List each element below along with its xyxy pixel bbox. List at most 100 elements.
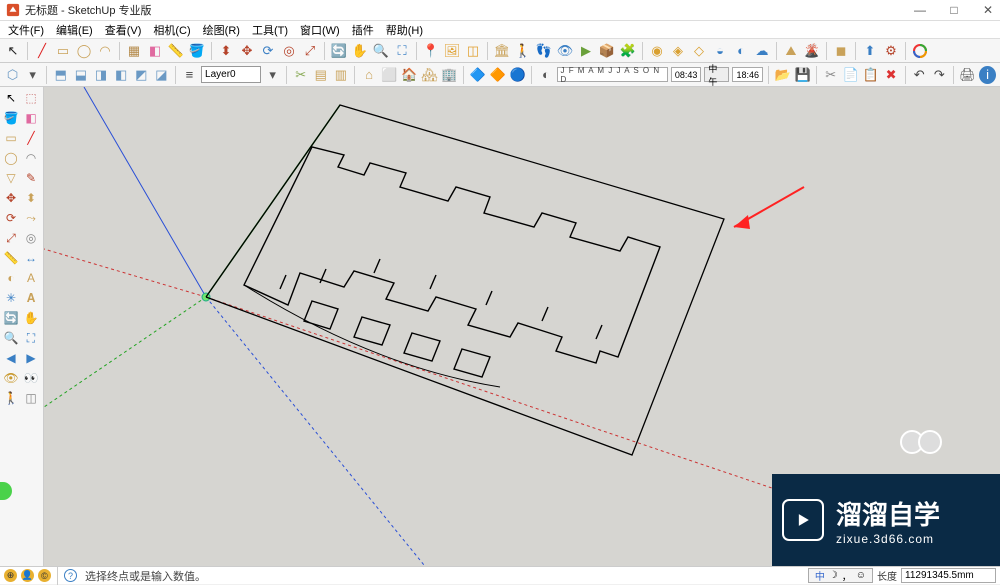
style2-icon[interactable]: ◈ <box>669 42 687 60</box>
nextview-tool-icon[interactable]: ▶ <box>22 349 40 367</box>
sandbox1-icon[interactable]: ⛰ <box>782 42 800 60</box>
minimize-button[interactable]: — <box>914 3 926 17</box>
nav-next-icon[interactable]: ▶ <box>577 42 595 60</box>
paste-icon[interactable]: 📋 <box>862 66 879 84</box>
pan-icon[interactable]: ✋ <box>351 42 369 60</box>
zoom-extents-icon[interactable]: ⛶ <box>393 42 411 60</box>
layer-icon[interactable]: ◒ <box>711 42 729 60</box>
circle-icon[interactable]: ◯ <box>75 42 93 60</box>
settings-icon[interactable]: ⚙ <box>882 42 900 60</box>
shadow-time[interactable]: 18:46 <box>732 67 763 82</box>
menu-window[interactable]: 窗口(W) <box>296 22 344 38</box>
scale-tool-icon[interactable]: ⤢ <box>2 229 20 247</box>
status-credit-icon[interactable]: © <box>38 569 51 582</box>
make-component-icon[interactable]: ▦ <box>125 42 143 60</box>
offset-icon[interactable]: ◎ <box>280 42 298 60</box>
view-top-icon[interactable]: ⬒ <box>52 66 69 84</box>
3dtext-tool-icon[interactable]: 𝐀 <box>22 289 40 307</box>
move-tool-icon[interactable]: ✥ <box>2 189 20 207</box>
followme-tool-icon[interactable]: ⤳ <box>22 209 40 227</box>
style-a-icon[interactable]: 🔷 <box>469 66 486 84</box>
person-icon[interactable]: 🚶 <box>514 42 532 60</box>
move-icon[interactable]: ✥ <box>238 42 256 60</box>
menu-help[interactable]: 帮助(H) <box>382 22 427 38</box>
tape-tool-icon[interactable]: 📏 <box>2 249 20 267</box>
month-strip[interactable]: J F M A M J J A S O N D <box>557 67 667 82</box>
style3-icon[interactable]: ◇ <box>690 42 708 60</box>
menu-tools[interactable]: 工具(T) <box>248 22 292 38</box>
menu-edit[interactable]: 编辑(E) <box>52 22 97 38</box>
section-plane-icon[interactable]: ✂ <box>292 66 309 84</box>
scale-icon[interactable]: ⤢ <box>301 42 319 60</box>
sandbox2-icon[interactable]: 🌋 <box>803 42 821 60</box>
close-button[interactable]: ✕ <box>982 3 994 17</box>
warehouse-icon[interactable]: 🏛 <box>493 42 511 60</box>
prevview-tool-icon[interactable]: ◀ <box>2 349 20 367</box>
menu-file[interactable]: 文件(F) <box>4 22 48 38</box>
status-geo-icon[interactable]: ⊕ <box>4 569 17 582</box>
offset-tool-icon[interactable]: ◎ <box>22 229 40 247</box>
rotate-icon[interactable]: ⟳ <box>259 42 277 60</box>
tape-measure-icon[interactable]: 📏 <box>167 42 185 60</box>
walk-tool-icon[interactable]: 🚶 <box>2 389 20 407</box>
line-tool-icon[interactable]: ╱ <box>22 129 40 147</box>
view-front-icon[interactable]: ⬓ <box>72 66 89 84</box>
lasso-tool-icon[interactable]: ⬚ <box>22 89 40 107</box>
view-right-icon[interactable]: ◨ <box>92 66 109 84</box>
camera-iso-icon[interactable]: ⌂ <box>360 66 377 84</box>
view-iso-icon[interactable]: ◪ <box>153 66 170 84</box>
eraser-tool-icon[interactable]: ◧ <box>22 109 40 127</box>
solid1-icon[interactable]: ◼ <box>832 42 850 60</box>
status-help-icon[interactable]: ? <box>64 569 77 582</box>
orbit-icon[interactable]: 🔄 <box>330 42 348 60</box>
protractor-tool-icon[interactable]: ◐ <box>2 269 20 287</box>
axes-tool-icon[interactable]: ✳ <box>2 289 20 307</box>
look-tool-icon[interactable]: 👀 <box>22 369 40 387</box>
style-b-icon[interactable]: 🔶 <box>489 66 506 84</box>
position-tool-icon[interactable]: 👁 <box>2 369 20 387</box>
section-fill-icon[interactable]: ▥ <box>332 66 349 84</box>
3dwarehouse-icon[interactable]: 📦 <box>598 42 616 60</box>
geo-indicator[interactable]: 中 ☽ ， ☺ <box>808 568 873 583</box>
arc-tool-icon[interactable]: ◠ <box>22 149 40 167</box>
orbit-tool-icon[interactable]: 🔄 <box>2 309 20 327</box>
layer-manager-icon[interactable]: ≡ <box>181 66 198 84</box>
circle-tool-icon[interactable]: ◯ <box>2 149 20 167</box>
freehand-tool-icon[interactable]: ✎ <box>22 169 40 187</box>
line-icon[interactable]: ╱ <box>33 42 51 60</box>
iso-icon[interactable]: ⬡ <box>4 66 21 84</box>
view-left-icon[interactable]: ◩ <box>133 66 150 84</box>
view-back-icon[interactable]: ◧ <box>113 66 130 84</box>
model-info-icon[interactable]: i <box>979 66 996 84</box>
shadow-date[interactable]: 08:43 <box>671 67 702 82</box>
pan-tool-icon[interactable]: ✋ <box>22 309 40 327</box>
look-icon[interactable]: 👁 <box>556 42 574 60</box>
cut-icon[interactable]: ✂ <box>822 66 839 84</box>
rotate-tool-icon[interactable]: ⟳ <box>2 209 20 227</box>
walk-icon[interactable]: 👣 <box>535 42 553 60</box>
dropdown-icon[interactable]: ▾ <box>24 66 41 84</box>
zoom-icon[interactable]: 🔍 <box>372 42 390 60</box>
save-icon[interactable]: 💾 <box>794 66 811 84</box>
layer-add-icon[interactable]: ▾ <box>264 66 281 84</box>
menu-draw[interactable]: 绘图(R) <box>199 22 244 38</box>
fog-icon[interactable]: ☁ <box>753 42 771 60</box>
add-location-icon[interactable]: 📍 <box>422 42 440 60</box>
rect-tool-icon[interactable]: ▭ <box>2 129 20 147</box>
style-c-icon[interactable]: 🔵 <box>509 66 526 84</box>
upload-icon[interactable]: ⬆ <box>861 42 879 60</box>
select-tool-icon[interactable]: ↖ <box>2 89 20 107</box>
shadow-settings-icon[interactable]: ◐ <box>732 42 750 60</box>
extension-icon[interactable]: 🧩 <box>619 42 637 60</box>
dim-tool-icon[interactable]: ↔ <box>22 249 40 267</box>
get-photo-icon[interactable]: 🖼 <box>443 42 461 60</box>
section-tool-icon[interactable]: ◫ <box>22 389 40 407</box>
undo-icon[interactable]: ↶ <box>911 66 928 84</box>
camera-top-icon[interactable]: ⬜ <box>381 66 398 84</box>
shadow-toggle-icon[interactable]: ◐ <box>537 66 554 84</box>
print-icon[interactable]: 🖨 <box>959 66 976 84</box>
arc-icon[interactable]: ◠ <box>96 42 114 60</box>
zoomwin-tool-icon[interactable]: ⛶ <box>22 329 40 347</box>
style1-icon[interactable]: ◉ <box>648 42 666 60</box>
open-icon[interactable]: 📂 <box>774 66 791 84</box>
